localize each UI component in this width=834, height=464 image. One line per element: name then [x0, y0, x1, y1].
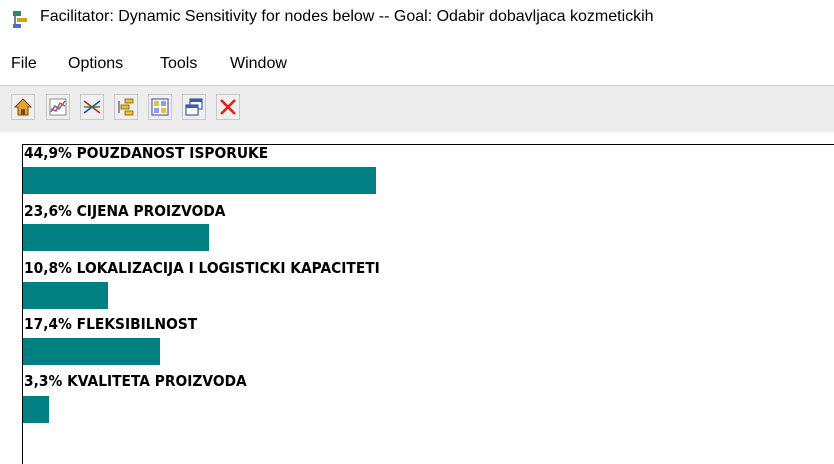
- menu-file[interactable]: File: [11, 55, 37, 73]
- sensitivity-bar[interactable]: [23, 167, 376, 194]
- sensitivity-label: 17,4% FLEKSIBILNOST: [24, 315, 198, 333]
- sensitivity-label: 10,8% LOKALIZACIJA I LOGISTICKI KAPACITE…: [24, 259, 380, 277]
- menu-window[interactable]: Window: [230, 55, 287, 73]
- menu-bar: File Options Tools Window: [0, 50, 834, 78]
- sensitivity-bar[interactable]: [23, 338, 160, 365]
- sensitivity-label: 44,9% POUZDANOST ISPORUKE: [24, 144, 269, 162]
- title-bar: Facilitator: Dynamic Sensitivity for nod…: [0, 0, 834, 36]
- chart-button[interactable]: [46, 94, 70, 120]
- star-icon: [83, 100, 101, 114]
- sensitivity-bar[interactable]: [23, 396, 49, 423]
- grid-icon: [151, 98, 169, 116]
- window-icon: [185, 98, 203, 116]
- app-icon: [13, 11, 27, 28]
- sensitivity-label: 3,3% KVALITETA PROIZVODA: [24, 372, 247, 390]
- tree-icon: [118, 98, 134, 116]
- toolbar: [0, 85, 834, 132]
- window-title: Facilitator: Dynamic Sensitivity for nod…: [40, 8, 654, 25]
- close-button[interactable]: [216, 94, 240, 120]
- home-button[interactable]: [11, 94, 35, 120]
- sensitivity-bar[interactable]: [23, 282, 108, 309]
- close-icon: [220, 99, 236, 115]
- grid-button[interactable]: [148, 94, 172, 120]
- sensitivity-bar[interactable]: [23, 224, 209, 251]
- tree-button[interactable]: [114, 94, 138, 120]
- menu-options[interactable]: Options: [68, 55, 123, 73]
- window-button[interactable]: [182, 94, 206, 120]
- chart-icon: [49, 98, 67, 116]
- menu-tools[interactable]: Tools: [160, 55, 197, 73]
- home-icon: [13, 98, 33, 116]
- star-button[interactable]: [80, 94, 104, 120]
- sensitivity-label: 23,6% CIJENA PROIZVODA: [24, 202, 226, 220]
